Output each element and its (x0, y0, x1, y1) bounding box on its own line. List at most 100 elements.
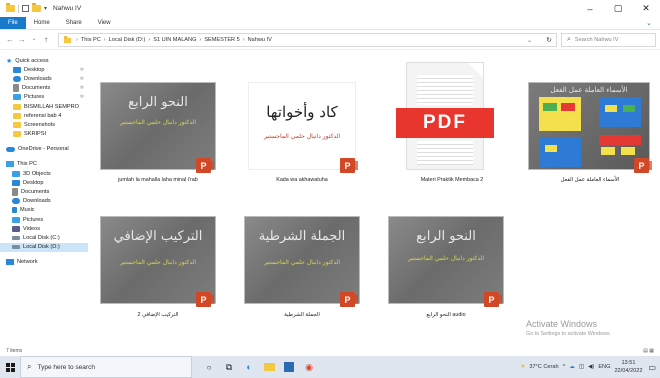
tab-file[interactable]: File (0, 17, 26, 29)
folder-icon[interactable] (6, 3, 15, 12)
cortana-icon[interactable]: ○ (202, 360, 216, 374)
sidebar-item-local-disk-c[interactable]: Local Disk (C:) (0, 233, 88, 242)
sidebar-item-pc-desktop[interactable]: Desktop (0, 178, 88, 187)
sidebar-item-downloads[interactable]: Downloads ✲ (0, 74, 88, 83)
file-explorer-icon[interactable] (262, 360, 276, 374)
file-item[interactable]: النحو الرابع الدكتور دانيال حلمي الماجست… (382, 216, 510, 326)
weather-text[interactable]: 37°C Cerah (529, 364, 558, 370)
notification-icon[interactable]: ▭ (648, 363, 656, 372)
sidebar-item-desktop[interactable]: Desktop ✲ (0, 65, 88, 74)
sidebar-item-pictures[interactable]: Pictures ✲ (0, 93, 88, 102)
slide-title: النحو الرابع (128, 95, 188, 110)
sidebar-item-bismillah-sempro[interactable]: BISMILLAH SEMPRO (0, 102, 88, 111)
clock-date: 22/04/2022 (614, 368, 643, 374)
file-item[interactable]: PDF Materi Praktik Membaca 2 (390, 62, 514, 192)
sidebar-item-label: BISMILLAH SEMPRO (24, 103, 80, 110)
sidebar-item-music[interactable]: Music (0, 206, 88, 215)
file-thumbnail: الأسماء العاملة عمل الفعل (528, 82, 650, 170)
chevron-down-icon[interactable]: ▾ (44, 5, 47, 12)
file-item[interactable]: الجملة الشرطية الدكتور دانيال حلمي الماج… (238, 216, 366, 326)
sidebar-item-videos[interactable]: Videos (0, 224, 88, 233)
onedrive-tray-icon[interactable]: ☁ (569, 364, 575, 370)
sidebar-item-label: Screenshots (24, 121, 56, 128)
tab-share[interactable]: Share (58, 17, 90, 29)
diagram-block (599, 97, 641, 127)
breadcrumb-s1-uin-malang[interactable]: S1 UIN MALANG (153, 37, 196, 43)
diagram-block (599, 135, 641, 145)
back-arrow-icon[interactable]: ← (4, 35, 16, 44)
taskbar-apps: ○ ⧉ ◐ ◉ (202, 360, 316, 374)
file-thumbnail: كاد وأخواتها الدكتور دانيال حلمي الماجست… (248, 82, 356, 170)
powerpoint-icon: P (634, 158, 652, 173)
close-button[interactable]: ✕ (632, 0, 660, 17)
maximize-button[interactable]: ▢ (604, 0, 632, 17)
chevron-right-icon: › (242, 37, 245, 43)
sidebar-item-label: Pictures (23, 216, 44, 223)
sidebar-item-pc-pictures[interactable]: Pictures (0, 215, 88, 224)
recent-chevron-icon[interactable]: ⌄ (28, 35, 40, 44)
task-view-icon[interactable]: ⧉ (222, 360, 236, 374)
network-tray-icon[interactable]: ◫ (579, 364, 584, 370)
address-input[interactable]: › This PC › Local Disk (D:) › S1 UIN MAL… (58, 33, 557, 47)
documents-icon (12, 188, 18, 197)
item-count: 7 items (6, 348, 23, 354)
file-item[interactable]: كاد وأخواتها الدكتور دانيال حلمي الماجست… (240, 82, 364, 192)
sidebar-item-referensi-bab-4[interactable]: referensi bab 4 (0, 111, 88, 120)
sidebar-item-pc-documents[interactable]: Documents (0, 187, 88, 197)
breadcrumb-this-pc[interactable]: This PC (81, 37, 101, 43)
view-toggle-icon[interactable]: ▤ ▦ (643, 348, 654, 354)
chevron-right-icon: › (76, 37, 78, 43)
tray-chevron-icon[interactable]: ^ (563, 364, 566, 370)
forward-arrow-icon[interactable]: → (16, 35, 28, 44)
file-item[interactable]: الأسماء العاملة عمل الفعل P الأسماء العا… (522, 82, 658, 192)
store-icon[interactable] (282, 360, 296, 374)
chrome-icon[interactable]: ◉ (302, 360, 316, 374)
sidebar-item-3d-objects[interactable]: 3D Objects (0, 169, 88, 178)
breadcrumb-local-disk-d[interactable]: Local Disk (D:) (109, 37, 146, 43)
chevron-right-icon: › (148, 37, 151, 43)
search-input[interactable]: ⌕ Search Nahwu IV (561, 33, 656, 47)
edge-icon[interactable]: ◐ (242, 360, 256, 374)
minimize-button[interactable]: – (576, 0, 604, 17)
start-button[interactable] (0, 356, 20, 378)
new-folder-icon[interactable] (32, 3, 41, 12)
file-name: jumlah la mahalla laha minal i'rab (118, 177, 198, 183)
volume-icon[interactable]: ◀) (588, 364, 594, 370)
pin-icon: ✲ (79, 94, 84, 101)
language-indicator[interactable]: ENG (598, 364, 610, 370)
sidebar-item-screenshots[interactable]: Screenshots (0, 120, 88, 129)
powerpoint-icon: P (340, 292, 358, 307)
up-arrow-icon[interactable]: ↑ (40, 35, 52, 44)
slide-title: الجملة الشرطية (258, 229, 346, 244)
refresh-icon[interactable]: ↻ (546, 36, 552, 44)
sidebar-item-pc-downloads[interactable]: Downloads (0, 197, 88, 206)
clock[interactable]: 13:51 22/04/2022 (614, 359, 642, 375)
diagram-block (545, 145, 557, 152)
file-name: Materi Praktik Membaca 2 (420, 177, 484, 183)
file-item[interactable]: التركيب الإضافي الدكتور دانيال حلمي الما… (94, 216, 222, 326)
weather-icon: ☀ (520, 364, 526, 370)
tab-home[interactable]: Home (26, 17, 58, 29)
slide-title: الأسماء العاملة عمل الفعل (550, 86, 628, 94)
taskbar-search-input[interactable]: ⌕ Type here to search (20, 356, 192, 378)
address-dropdown-icon[interactable]: ⌄ (527, 37, 532, 44)
desktop-icon (12, 179, 20, 186)
desktop-icon (13, 66, 21, 73)
expand-ribbon-icon[interactable]: ⌄ (646, 19, 652, 27)
sidebar-item-local-disk-d[interactable]: Local Disk (D:) (0, 242, 88, 252)
star-icon: ★ (6, 57, 13, 65)
sidebar-item-onedrive[interactable]: OneDrive - Personal (0, 145, 88, 154)
sidebar-item-network[interactable]: Network (0, 258, 88, 267)
diagram-block (623, 105, 635, 112)
breadcrumb-nahwu-iv[interactable]: Nahwu IV (248, 37, 272, 43)
sidebar-item-skripsi[interactable]: SKRIPSI (0, 130, 88, 139)
properties-icon[interactable] (22, 5, 29, 12)
sidebar-item-documents[interactable]: Documents ✲ (0, 84, 88, 93)
sidebar-item-this-pc[interactable]: This PC (0, 160, 88, 169)
file-item[interactable]: النحو الرابع الدكتور دانيال حلمي الماجست… (94, 82, 222, 192)
breadcrumb-semester-5[interactable]: SEMESTER 5 (204, 37, 239, 43)
sidebar-item-label: 3D Objects (23, 170, 51, 177)
tab-view[interactable]: View (90, 17, 119, 29)
sidebar-item-quick-access[interactable]: ★ Quick access (0, 56, 88, 65)
cube-icon (12, 170, 20, 177)
